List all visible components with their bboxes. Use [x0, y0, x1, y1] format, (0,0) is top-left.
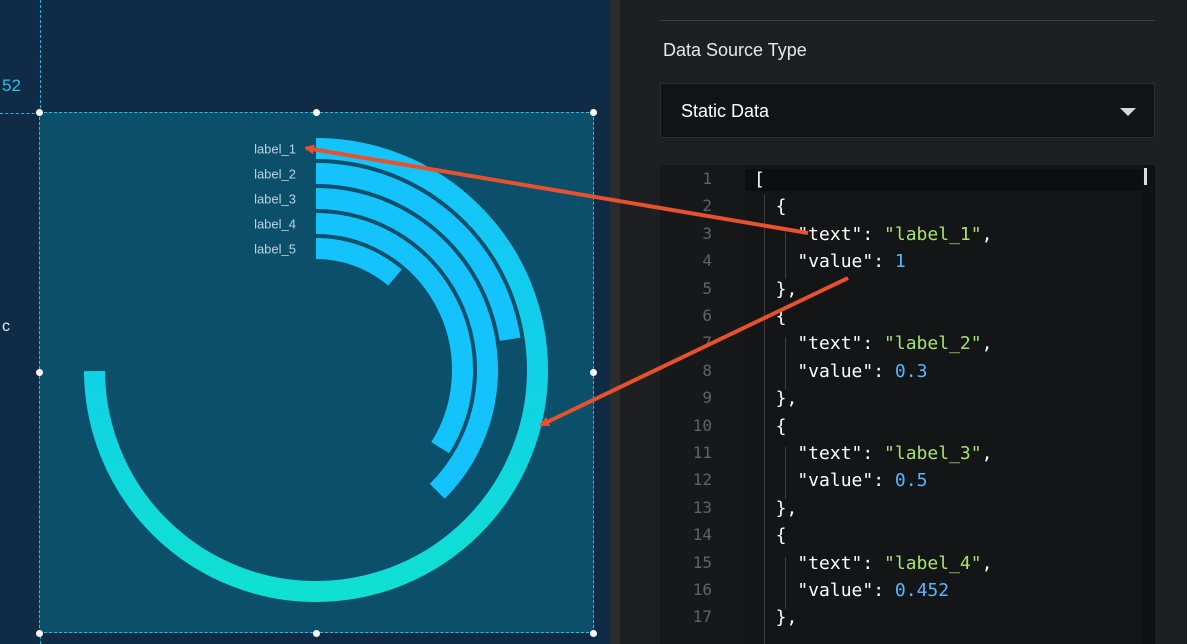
bar-label-4: label_4	[254, 217, 296, 232]
bar-label-5: label_5	[254, 242, 296, 257]
radial-bar-5	[315, 238, 402, 286]
bar-label-3: label_3	[254, 192, 296, 207]
radial-bar-chart: label_1 label_2 label_3 label_4 label_5	[84, 138, 849, 602]
bar-label-1: label_1	[254, 142, 296, 157]
arrow-annotation-value	[539, 276, 849, 427]
bar-label-2: label_2	[254, 167, 296, 182]
